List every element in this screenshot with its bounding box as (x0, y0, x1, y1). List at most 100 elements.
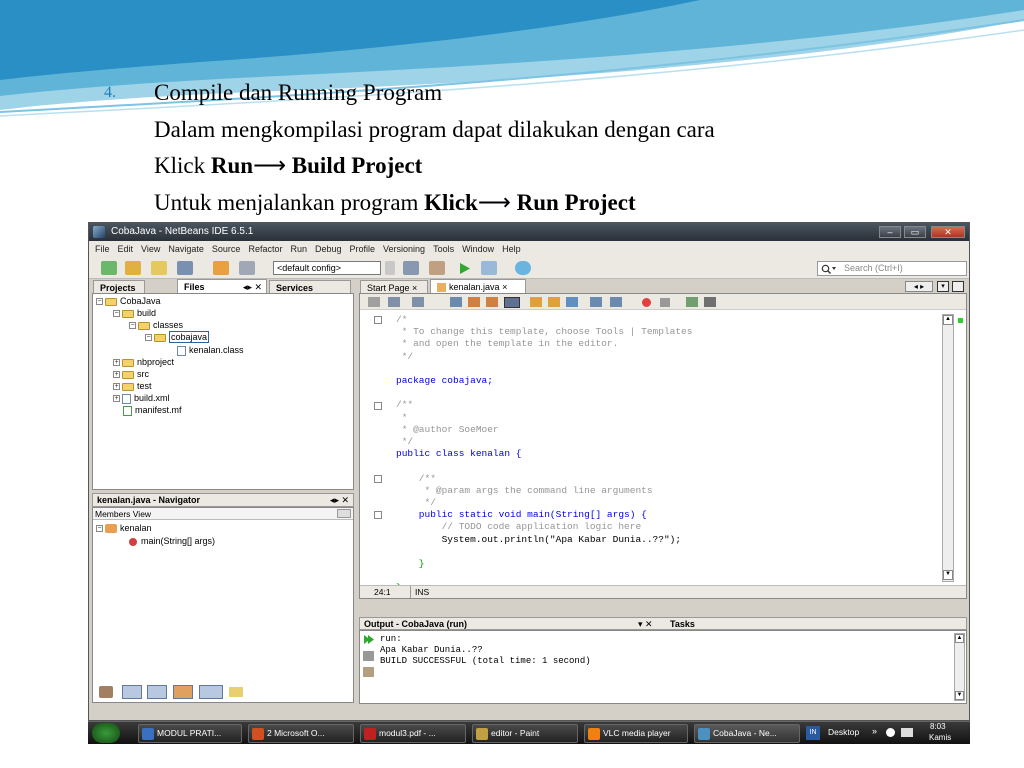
maximize-button[interactable]: ▭ (904, 226, 926, 238)
taskbar-item-vlc[interactable]: VLC media player (584, 724, 688, 743)
menu-tools[interactable]: Tools (433, 244, 454, 254)
menu-source[interactable]: Source (212, 244, 241, 254)
menu-versioning[interactable]: Versioning (383, 244, 425, 254)
dropdown-arrow-icon[interactable] (385, 261, 395, 275)
menu-edit[interactable]: Edit (118, 244, 134, 254)
stop-macro-icon[interactable] (660, 298, 670, 307)
toggle-bookmark-icon[interactable] (566, 297, 578, 307)
menu-run[interactable]: Run (290, 244, 307, 254)
clock-day[interactable]: Kamis (929, 733, 951, 742)
minimize-button[interactable]: – (879, 226, 901, 238)
next-bookmark-icon[interactable] (548, 297, 560, 307)
save-all-icon[interactable] (177, 261, 193, 275)
scroll-up-icon[interactable]: ▲ (955, 634, 964, 643)
tree-item-test[interactable]: + test (113, 381, 152, 391)
desktop-toolbar[interactable]: Desktop (828, 727, 859, 737)
scroll-down-icon[interactable]: ▼ (943, 570, 953, 580)
clock-time[interactable]: 8:03 (930, 722, 946, 731)
menu-profile[interactable]: Profile (350, 244, 376, 254)
members-view-dropdown[interactable]: Members View (93, 508, 353, 520)
collapse-icon[interactable]: − (145, 334, 152, 342)
start-macro-icon[interactable] (642, 298, 651, 307)
tab-projects[interactable]: Projects (93, 280, 145, 294)
scroll-up-icon[interactable]: ▲ (943, 315, 953, 325)
output-close-icon[interactable]: ▾ ✕ (638, 618, 653, 630)
tab-tasks[interactable]: Tasks (670, 618, 695, 630)
menu-help[interactable]: Help (502, 244, 521, 254)
close-tab-icon[interactable]: × (502, 282, 507, 292)
expand-icon[interactable]: + (113, 383, 120, 391)
language-indicator[interactable]: IN (806, 726, 820, 740)
inherited-filter-icon[interactable] (199, 685, 223, 699)
menu-debug[interactable]: Debug (315, 244, 342, 254)
new-project-icon[interactable] (125, 261, 141, 275)
maximize-editor-icon[interactable] (952, 281, 964, 292)
tree-item-classes[interactable]: − classes (129, 320, 183, 330)
open-project-icon[interactable] (151, 261, 167, 275)
source-history-icon[interactable] (368, 297, 380, 307)
scroll-down-icon[interactable]: ▼ (955, 691, 964, 700)
nonpublic-filter-icon[interactable] (173, 685, 193, 699)
find-next-icon[interactable] (486, 297, 498, 307)
clean-build-icon[interactable] (403, 261, 419, 275)
taskbar-item-netbeans[interactable]: CobaJava - Ne... (694, 724, 800, 743)
toolbar-expand-icon[interactable]: » (872, 726, 877, 736)
static-filter-icon[interactable] (147, 685, 167, 699)
output-title[interactable]: Output - CobaJava (run) (364, 618, 467, 630)
shift-right-icon[interactable] (610, 297, 622, 307)
nav-item-kenalan[interactable]: − kenalan (96, 523, 152, 534)
expand-icon[interactable]: + (113, 359, 120, 367)
debug-project-icon[interactable] (481, 261, 497, 275)
menu-refactor[interactable]: Refactor (248, 244, 282, 254)
volume-icon[interactable] (901, 728, 913, 737)
forward-icon[interactable] (412, 297, 424, 307)
undo-icon[interactable] (213, 261, 229, 275)
expand-icon[interactable]: + (113, 371, 120, 379)
output-settings-icon[interactable] (363, 667, 374, 677)
new-file-icon[interactable] (101, 261, 117, 275)
close-button[interactable]: ✕ (931, 226, 965, 238)
menu-navigate[interactable]: Navigate (168, 244, 204, 254)
taskbar-item-modul[interactable]: MODUL PRATI... (138, 724, 242, 743)
taskbar-item-pdf[interactable]: modul3.pdf - ... (360, 724, 466, 743)
collapse-icon[interactable]: − (113, 310, 120, 318)
tree-item-build-xml[interactable]: + build.xml (113, 393, 170, 404)
fold-icon[interactable] (374, 316, 382, 324)
menu-window[interactable]: Window (462, 244, 494, 254)
redo-icon[interactable] (239, 261, 255, 275)
collapse-icon[interactable]: − (96, 525, 103, 533)
config-dropdown[interactable]: <default config> (273, 261, 381, 275)
tree-item-manifest[interactable]: manifest.mf (123, 405, 182, 416)
tab-list-icon[interactable]: ▾ (937, 281, 949, 292)
tab-files[interactable]: Files ◂▸ ✕ (177, 279, 267, 293)
comment-icon[interactable] (686, 297, 698, 307)
menu-view[interactable]: View (141, 244, 160, 254)
tab-services[interactable]: Services (269, 280, 351, 294)
tab-close-icon[interactable]: ◂▸ ✕ (243, 280, 262, 294)
run-project-icon[interactable] (459, 262, 471, 275)
editor-scrollbar[interactable] (942, 314, 954, 582)
tab-start-page[interactable]: Start Page × (360, 280, 428, 294)
nav-item-main[interactable]: main(String[] args) (129, 536, 215, 546)
expand-icon[interactable]: + (113, 395, 120, 403)
previous-bookmark-icon[interactable] (530, 297, 542, 307)
navigator-close-icon[interactable]: ◂▸ ✕ (330, 494, 349, 506)
fold-icon[interactable] (374, 511, 382, 519)
profile-project-icon[interactable] (515, 261, 531, 275)
tree-item-src[interactable]: + src (113, 369, 149, 379)
tree-item-cobajava-package[interactable]: − cobajava (145, 331, 210, 343)
taskbar-item-office[interactable]: 2 Microsoft O... (248, 724, 354, 743)
toggle-highlight-icon[interactable] (504, 297, 520, 308)
tab-kenalan-java[interactable]: kenalan.java × (430, 279, 526, 293)
tree-item-kenalan-class[interactable]: kenalan.class (177, 345, 244, 356)
fields-filter-icon[interactable] (122, 685, 142, 699)
fold-icon[interactable] (374, 402, 382, 410)
stop-icon[interactable] (363, 651, 374, 661)
tree-item-cobajava-root[interactable]: − CobaJava (96, 296, 161, 306)
find-previous-icon[interactable] (468, 297, 480, 307)
sort-icon[interactable] (229, 687, 243, 697)
rerun-icon[interactable] (363, 634, 375, 645)
tab-scroll-buttons[interactable]: ◂ ▸ (905, 281, 933, 292)
filter-icon[interactable] (99, 686, 113, 698)
start-button[interactable] (92, 723, 120, 743)
